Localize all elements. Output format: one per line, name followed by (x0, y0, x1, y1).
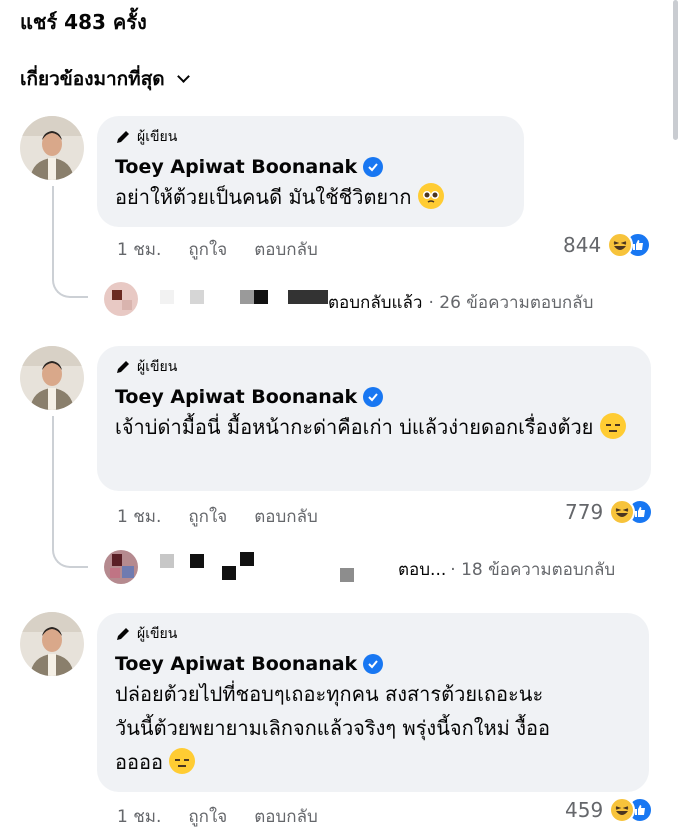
comment-actions: 1 ชม. ถูกใจ ตอบกลับ (117, 236, 318, 263)
reply-button[interactable]: ตอบกลับ (254, 803, 318, 830)
author-badge-label: ผู้เขียน (137, 626, 178, 642)
author-badge: ผู้เขียน (115, 623, 631, 645)
reply-button[interactable]: ตอบกลับ (254, 236, 318, 263)
share-count[interactable]: แชร์ 483 ครั้ง (20, 6, 147, 38)
expressionless-face-icon (169, 748, 196, 774)
author-badge: ผู้เขียน (115, 356, 633, 378)
verified-badge-icon (363, 654, 384, 674)
comment-actions: 1 ชม. ถูกใจ ตอบกลับ (117, 803, 318, 830)
verified-badge-icon (363, 387, 384, 407)
redacted-block (288, 290, 328, 304)
pencil-icon (117, 628, 129, 640)
comment-text: อย่าให้ต้วยเป็นคนดี มันใช้ชีวิตยาก (115, 180, 506, 214)
comment-text: ปล่อยต้วยไปที่ชอบๆเถอะทุกคน สงสารต้วยเถอ… (115, 677, 631, 779)
comment-text: เจ้าบ่ด่ามื้อนี่ มื้อหน้ากะด่าคือเก่า บ่… (115, 410, 633, 444)
avatar[interactable] (20, 612, 84, 676)
like-button[interactable]: ถูกใจ (188, 503, 227, 530)
reaction-summary[interactable]: 459 (565, 797, 654, 823)
redacted-block (240, 290, 254, 304)
replied-label: ตอบ... (398, 560, 447, 580)
author-name[interactable]: Toey Apiwat Boonanak (115, 386, 357, 408)
sort-dropdown[interactable]: เกี่ยวข้องมากที่สุด (20, 64, 190, 94)
redacted-block (222, 566, 236, 580)
reply-avatar[interactable] (104, 550, 138, 584)
replied-label: ตอบกลับแล้ว (328, 293, 423, 313)
avatar[interactable] (20, 346, 84, 410)
thread-connector (52, 538, 88, 568)
view-replies-link[interactable]: ตอบ... · 18 ข้อความตอบกลับ (398, 556, 615, 583)
thread-connector (52, 268, 88, 298)
author-badge-label: ผู้เขียน (137, 359, 178, 375)
author-name-row: Toey Apiwat Boonanak (115, 386, 633, 408)
like-button[interactable]: ถูกใจ (188, 236, 227, 263)
author-name-row: Toey Apiwat Boonanak (115, 653, 631, 675)
reaction-count: 779 (565, 500, 604, 524)
comment-bubble: ผู้เขียน Toey Apiwat Boonanak อย่าให้ต้ว… (97, 116, 524, 227)
thread-line (52, 186, 54, 278)
author-name-row: Toey Apiwat Boonanak (115, 156, 506, 178)
reaction-summary[interactable]: 779 (565, 499, 654, 525)
reply-avatar[interactable] (104, 282, 138, 316)
like-button[interactable]: ถูกใจ (188, 803, 227, 830)
author-badge-label: ผู้เขียน (137, 129, 178, 145)
reply-count: · 26 ข้อความตอบกลับ (428, 293, 594, 313)
reply-count: · 18 ข้อความตอบกลับ (450, 560, 616, 580)
author-badge: ผู้เขียน (115, 126, 506, 148)
comment-text-line: วันนี้ต้วยพยายามเลิกจกแล้วจริงๆ พรุ่งนี้… (115, 716, 550, 740)
comment-text-line: ปล่อยต้วยไปที่ชอบๆเถอะทุกคน สงสารต้วยเถอ… (115, 682, 544, 706)
redacted-block (254, 290, 268, 304)
verified-badge-icon (363, 157, 384, 177)
redacted-block (240, 552, 254, 566)
scrollbar[interactable] (673, 0, 678, 140)
haha-reaction-icon (609, 797, 636, 823)
comment-bubble: ผู้เขียน Toey Apiwat Boonanak เจ้าบ่ด่าม… (97, 346, 651, 491)
comment-time[interactable]: 1 ชม. (117, 236, 161, 263)
reaction-count: 459 (565, 798, 604, 822)
comment-text-line: ออออ (115, 745, 631, 779)
expressionless-face-icon (599, 413, 626, 439)
comment-time[interactable]: 1 ชม. (117, 803, 161, 830)
comment-bubble: ผู้เขียน Toey Apiwat Boonanak ปล่อยต้วยไ… (97, 613, 649, 792)
reaction-summary[interactable]: 844 (563, 232, 652, 258)
redacted-block (160, 554, 174, 568)
redacted-block (340, 568, 354, 582)
thread-line (52, 416, 54, 546)
pleading-face-icon (417, 183, 444, 209)
reaction-count: 844 (563, 233, 602, 257)
comment-time[interactable]: 1 ชม. (117, 503, 161, 530)
sort-label: เกี่ยวข้องมากที่สุด (20, 68, 165, 90)
chevron-down-icon (176, 69, 190, 83)
haha-reaction-icon (607, 232, 634, 258)
redacted-block (190, 554, 204, 568)
redacted-block (160, 290, 174, 304)
reply-button[interactable]: ตอบกลับ (254, 503, 318, 530)
author-name[interactable]: Toey Apiwat Boonanak (115, 653, 357, 675)
avatar[interactable] (20, 116, 84, 180)
view-replies-link[interactable]: ตอบกลับแล้ว · 26 ข้อความตอบกลับ (328, 289, 593, 316)
comment-actions: 1 ชม. ถูกใจ ตอบกลับ (117, 503, 318, 530)
pencil-icon (117, 131, 129, 143)
haha-reaction-icon (609, 499, 636, 525)
pencil-icon (117, 361, 129, 373)
redacted-block (190, 290, 204, 304)
author-name[interactable]: Toey Apiwat Boonanak (115, 156, 357, 178)
